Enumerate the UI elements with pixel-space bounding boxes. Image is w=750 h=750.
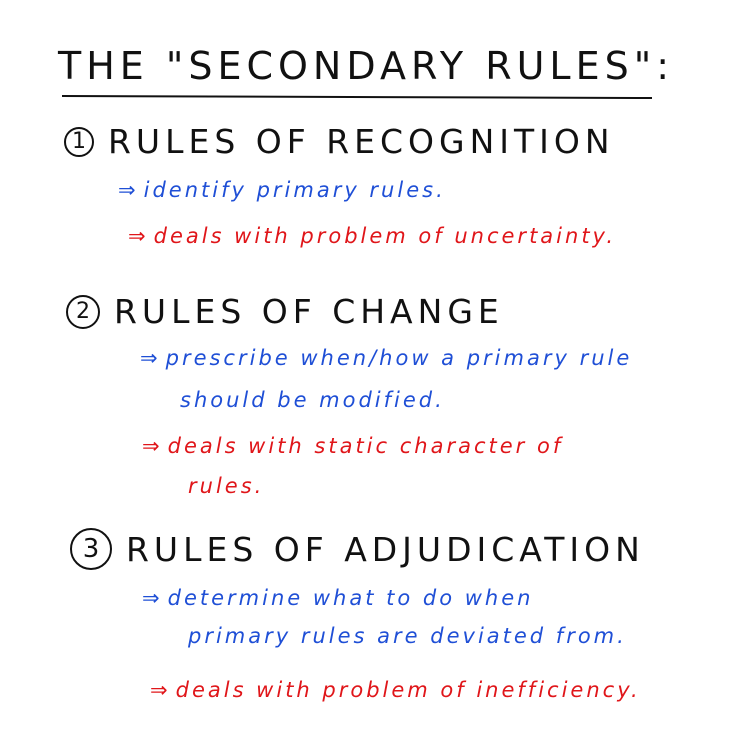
section-1-red-line-1: deals with problem of uncertainty.	[153, 224, 617, 248]
section-3-number: 3	[70, 528, 112, 570]
arrow-icon: ⇒	[140, 346, 158, 370]
arrow-icon: ⇒	[150, 678, 168, 702]
section-3-blue-line-1: determine what to do when	[167, 586, 534, 610]
section-3-title: RULES OF ADJUDICATION	[126, 529, 645, 569]
section-2-blue-line-1: prescribe when/how a primary rule	[165, 346, 633, 370]
section-3-blue-line-2: primary rules are deviated from.	[188, 624, 627, 648]
section-3-heading: 3 RULES OF ADJUDICATION	[70, 528, 645, 570]
title-underline	[61, 94, 653, 100]
arrow-icon: ⇒	[128, 224, 146, 248]
section-1-blue-line-1: identify primary rules.	[143, 178, 446, 202]
section-3-red-note: ⇒ deals with problem of inefficiency.	[150, 678, 641, 702]
section-2-red-line-2: rules.	[188, 474, 265, 498]
section-3-red-line-1: deals with problem of inefficiency.	[175, 678, 641, 702]
arrow-icon: ⇒	[142, 586, 160, 610]
arrow-icon: ⇒	[142, 434, 160, 458]
section-1-blue-note: ⇒ identify primary rules.	[118, 178, 446, 202]
section-1-title: RULES OF RECOGNITION	[108, 122, 615, 161]
section-1-heading: 1 RULES OF RECOGNITION	[64, 122, 615, 161]
section-2-red-note: ⇒ deals with static character of	[142, 434, 563, 458]
whiteboard-page: THE "SECONDARY RULES": 1 RULES OF RECOGN…	[0, 0, 750, 750]
section-1-red-note: ⇒ deals with problem of uncertainty.	[128, 224, 616, 248]
section-2-number: 2	[66, 294, 100, 329]
section-2-heading: 2 RULES OF CHANGE	[66, 292, 504, 331]
arrow-icon: ⇒	[118, 178, 136, 202]
page-title: THE "SECONDARY RULES":	[58, 44, 675, 88]
section-2-blue-line-2: should be modified.	[180, 388, 445, 412]
section-2-blue-note: ⇒ prescribe when/how a primary rule	[140, 346, 632, 370]
section-1-number: 1	[64, 126, 94, 157]
section-2-red-line-1: deals with static character of	[167, 434, 564, 458]
section-2-title: RULES OF CHANGE	[114, 292, 504, 331]
section-3-blue-note: ⇒ determine what to do when	[142, 586, 533, 610]
